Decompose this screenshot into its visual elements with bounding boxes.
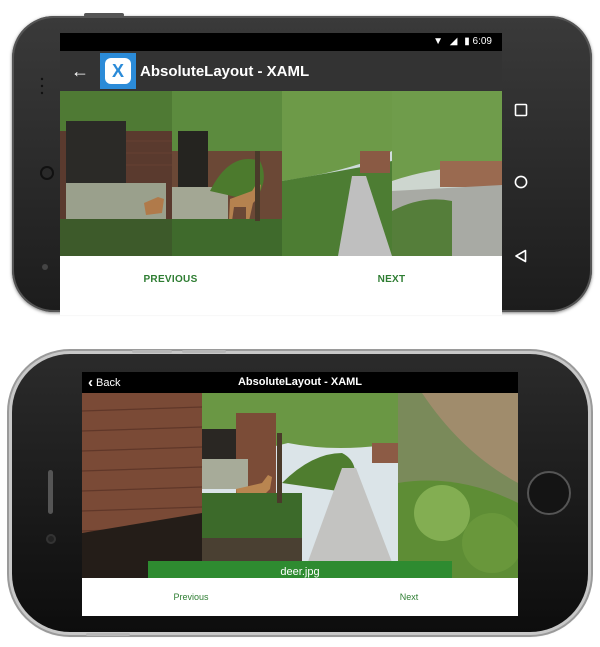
next-button[interactable]: Next bbox=[300, 578, 518, 616]
back-arrow-icon[interactable]: ← bbox=[60, 51, 100, 91]
signal-icon: ◢ bbox=[449, 36, 458, 47]
android-device: ▼ ◢ ▮ 6:09 ← X AbsoluteLayout - XAML PRE… bbox=[12, 13, 592, 315]
back-triangle-icon[interactable] bbox=[514, 249, 528, 263]
wifi-icon: ▼ bbox=[433, 36, 443, 47]
ios-screen: ‹ Back AbsoluteLayout - XAML deer.jpg Pr… bbox=[82, 372, 518, 616]
front-camera bbox=[46, 534, 56, 544]
button-bar: Previous Next bbox=[82, 578, 518, 616]
mute-switch bbox=[132, 350, 172, 353]
deer-photo bbox=[82, 393, 518, 578]
android-screen: ▼ ◢ ▮ 6:09 ← X AbsoluteLayout - XAML PRE… bbox=[60, 33, 502, 315]
android-nav-bar bbox=[502, 33, 558, 295]
speaker-icon bbox=[40, 77, 44, 95]
photo-caption: deer.jpg bbox=[148, 561, 452, 579]
previous-button[interactable]: Previous bbox=[82, 578, 300, 616]
xamarin-logo-icon: X bbox=[100, 53, 136, 89]
volume-button bbox=[84, 13, 124, 17]
page-title: AbsoluteLayout - XAML bbox=[140, 62, 310, 80]
status-time: 6:09 bbox=[472, 36, 492, 47]
earpiece-speaker bbox=[48, 470, 53, 514]
navigation-bar: ‹ Back AbsoluteLayout - XAML bbox=[82, 372, 518, 393]
logo-letter: X bbox=[105, 58, 131, 84]
photo-strip[interactable] bbox=[60, 91, 502, 256]
previous-button[interactable]: PREVIOUS bbox=[60, 256, 281, 315]
deer-photo bbox=[60, 91, 502, 256]
home-icon[interactable] bbox=[514, 175, 528, 189]
volume-down-button bbox=[86, 633, 130, 636]
home-button[interactable] bbox=[527, 471, 571, 515]
next-button[interactable]: NEXT bbox=[281, 256, 502, 315]
recents-icon[interactable] bbox=[514, 103, 528, 117]
page-title: AbsoluteLayout - XAML bbox=[237, 376, 363, 388]
volume-up-button bbox=[182, 350, 226, 353]
photo-strip[interactable] bbox=[82, 393, 518, 578]
toolbar: ← X AbsoluteLayout - XAML bbox=[60, 51, 502, 91]
sensor bbox=[42, 264, 48, 270]
iphone-device: ‹ Back AbsoluteLayout - XAML deer.jpg Pr… bbox=[12, 350, 588, 636]
status-bar: ▼ ◢ ▮ 6:09 bbox=[60, 33, 502, 51]
front-camera bbox=[40, 166, 54, 180]
button-bar: PREVIOUS NEXT bbox=[60, 256, 502, 315]
battery-icon: ▮ bbox=[464, 36, 470, 47]
